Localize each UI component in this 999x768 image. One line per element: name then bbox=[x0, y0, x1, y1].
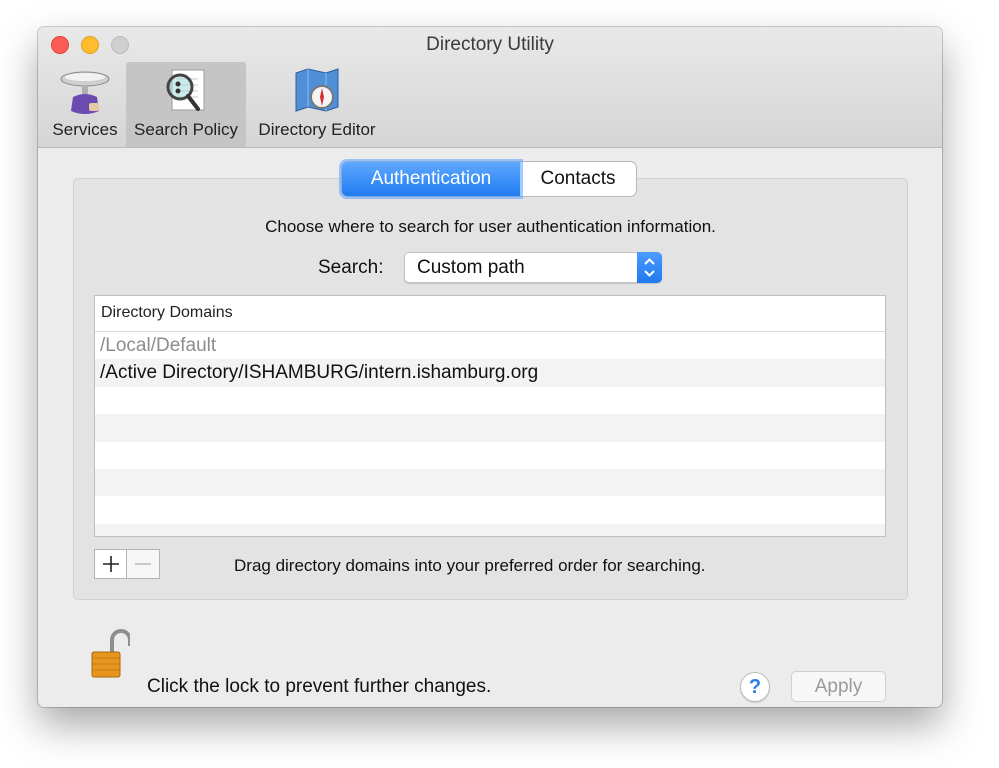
toolbar-item-search-policy[interactable]: Search Policy bbox=[126, 62, 246, 147]
toolbar-item-services[interactable]: Services bbox=[44, 62, 126, 147]
search-policy-panel: Choose where to search for user authenti… bbox=[73, 178, 908, 600]
apply-button[interactable]: Apply bbox=[791, 671, 886, 702]
segmented-control: Authentication Contacts bbox=[342, 162, 636, 196]
domain-active-directory: /Active Directory/ISHAMBURG/intern.isham… bbox=[100, 362, 539, 384]
chevron-up-down-icon bbox=[644, 258, 655, 277]
table-row-empty bbox=[95, 387, 885, 414]
minus-icon bbox=[135, 563, 151, 565]
column-header-directory-domains: Directory Domains bbox=[101, 304, 233, 321]
domain-local-default: /Local/Default bbox=[100, 335, 217, 356]
directory-domains-table: Directory Domains /Local/Default /Active… bbox=[94, 295, 886, 537]
remove-domain-button[interactable] bbox=[127, 549, 160, 579]
content-area: Choose where to search for user authenti… bbox=[38, 148, 942, 707]
search-path-popup[interactable]: Custom path bbox=[404, 252, 662, 283]
instruction-text: Choose where to search for user authenti… bbox=[265, 217, 716, 236]
popup-stepper[interactable] bbox=[637, 252, 662, 283]
directory-utility-window: Directory Utility Services Search Policy… bbox=[38, 27, 942, 707]
table-row-empty bbox=[95, 442, 885, 469]
lock-status-text: Click the lock to prevent further change… bbox=[147, 676, 492, 697]
toolbar-item-directory-editor[interactable]: Directory Editor bbox=[250, 62, 384, 147]
drag-instruction: Drag directory domains into your preferr… bbox=[234, 556, 706, 575]
titlebar: Directory Utility Services Search Policy… bbox=[38, 27, 942, 148]
search-policy-magnifier-icon bbox=[166, 69, 205, 111]
unlocked-padlock-icon bbox=[91, 629, 132, 678]
table-row-empty bbox=[95, 414, 885, 442]
table-row[interactable]: /Local/Default bbox=[95, 332, 885, 359]
tab-authentication[interactable]: Authentication bbox=[342, 162, 520, 196]
table-header[interactable]: Directory Domains bbox=[95, 296, 885, 332]
help-button[interactable]: ? bbox=[740, 672, 770, 702]
plus-icon bbox=[102, 556, 119, 572]
window-title: Directory Utility bbox=[426, 34, 554, 55]
toolbar-label-directory-editor: Directory Editor bbox=[258, 120, 376, 139]
lock-button[interactable] bbox=[90, 628, 132, 685]
table-row-empty bbox=[95, 496, 885, 523]
tab-contacts[interactable]: Contacts bbox=[520, 162, 636, 196]
search-path-value: Custom path bbox=[417, 257, 525, 278]
directory-editor-map-compass-icon bbox=[295, 68, 339, 112]
search-label: Search: bbox=[318, 257, 384, 278]
table-row[interactable]: /Active Directory/ISHAMBURG/intern.isham… bbox=[95, 359, 885, 387]
toolbar-label-services: Services bbox=[52, 120, 118, 139]
table-row-empty bbox=[95, 523, 885, 536]
add-domain-button[interactable] bbox=[94, 549, 127, 579]
table-row-empty bbox=[95, 468, 885, 497]
services-waiter-icon bbox=[60, 71, 110, 114]
add-remove-controls bbox=[94, 549, 160, 579]
toolbar-label-search-policy: Search Policy bbox=[134, 120, 238, 139]
